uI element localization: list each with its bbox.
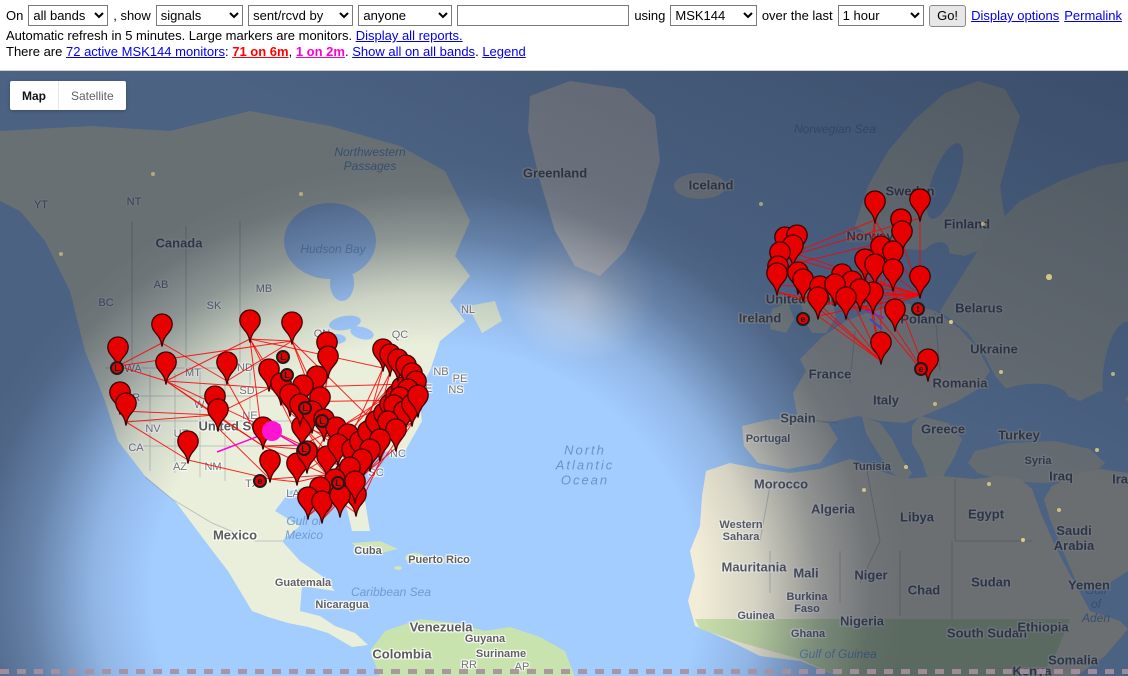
map-type-satellite-button[interactable]: Satellite <box>58 81 126 110</box>
active-monitors-link[interactable]: 72 active MSK144 monitors <box>66 44 225 59</box>
report-badge-marker[interactable]: L <box>110 361 124 375</box>
monitors-line: There are 72 active MSK144 monitors: 71 … <box>6 44 1122 60</box>
monitor-marker[interactable] <box>908 265 932 300</box>
report-badge-marker[interactable]: L <box>315 414 329 428</box>
band-select[interactable]: all bands <box>28 5 108 26</box>
monitor-marker[interactable] <box>343 470 367 505</box>
report-badge-marker[interactable]: e <box>253 474 267 488</box>
go-button[interactable]: Go! <box>929 5 966 27</box>
monitor-marker[interactable] <box>114 392 138 427</box>
time-select[interactable]: 1 hour <box>838 5 924 26</box>
monitor-marker[interactable] <box>215 351 239 386</box>
monitor-marker[interactable] <box>150 313 174 348</box>
monitor-marker[interactable] <box>154 351 178 386</box>
monitor-marker[interactable] <box>238 309 262 344</box>
report-badge-marker[interactable]: e <box>914 362 928 376</box>
monitor-marker[interactable] <box>280 311 304 346</box>
report-badge-marker[interactable]: t <box>911 302 925 316</box>
selected-2m-monitor-marker[interactable] <box>262 421 282 441</box>
report-badge-marker[interactable]: L <box>276 350 290 364</box>
anyone-select[interactable]: anyone <box>358 5 452 26</box>
show-label: , show <box>113 8 151 23</box>
display-options-link[interactable]: Display options <box>971 8 1059 23</box>
monitor-marker[interactable] <box>176 430 200 465</box>
monitor-marker[interactable] <box>883 298 907 333</box>
refresh-text: Automatic refresh in 5 minutes. Large ma… <box>6 28 352 43</box>
callsign-input[interactable] <box>457 5 629 26</box>
header: On all bands , show signals sent/rcvd by… <box>0 0 1128 70</box>
report-badge-marker[interactable]: L <box>297 442 311 456</box>
monitors-2m-link[interactable]: 1 on 2m <box>296 44 345 59</box>
monitor-marker[interactable] <box>863 190 887 225</box>
monitor-marker[interactable] <box>869 331 893 366</box>
using-label: using <box>634 8 665 23</box>
map-type-map-button[interactable]: Map <box>10 81 58 110</box>
signals-select[interactable]: signals <box>156 5 243 26</box>
display-all-reports-link[interactable]: Display all reports. <box>356 28 463 43</box>
monitor-marker[interactable] <box>406 384 430 419</box>
on-label: On <box>6 8 23 23</box>
monitors-6m-link[interactable]: 71 on 6m <box>232 44 288 59</box>
query-toolbar: On all bands , show signals sent/rcvd by… <box>6 3 1122 28</box>
status-line: Automatic refresh in 5 minutes. Large ma… <box>6 28 1122 44</box>
report-badge-marker[interactable]: L <box>280 368 294 382</box>
report-badge-marker[interactable]: e <box>796 312 810 326</box>
report-badge-marker[interactable]: L <box>298 401 312 415</box>
show-all-bands-link[interactable]: Show all on all bands <box>352 44 475 59</box>
there-are-label: There are <box>6 44 62 59</box>
map-type-control: Map Satellite <box>10 81 126 110</box>
legend-link[interactable]: Legend <box>482 44 525 59</box>
over-last-label: over the last <box>762 8 833 23</box>
sent-rcvd-select[interactable]: sent/rcvd by <box>248 5 353 26</box>
report-badge-marker[interactable]: L <box>331 476 345 490</box>
map-canvas[interactable]: Northwestern PassagesHudson BayNorwegian… <box>0 70 1128 676</box>
permalink-link[interactable]: Permalink <box>1064 8 1122 23</box>
monitor-marker[interactable] <box>206 398 230 433</box>
mode-select[interactable]: MSK144 <box>670 5 756 26</box>
monitor-marker[interactable] <box>834 286 858 321</box>
